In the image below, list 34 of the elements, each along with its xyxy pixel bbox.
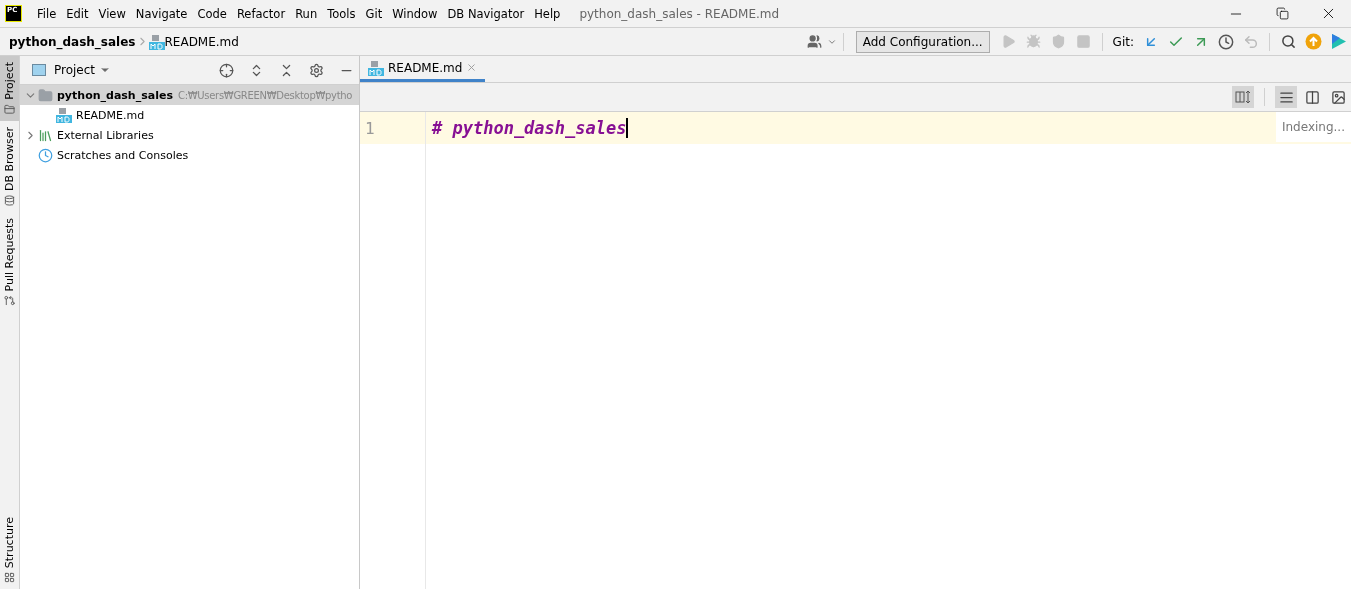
side-tab[interactable]: Pull Requests <box>0 211 19 313</box>
breadcrumb-item[interactable]: python_dash_sales <box>9 34 136 49</box>
breadcrumb-item[interactable]: README.md <box>164 34 239 49</box>
tree-row[interactable]: python_dash_sales C:₩Users₩GREEN₩Desktop₩pytho <box>20 85 359 105</box>
window-title: python_dash_sales - README.md <box>579 6 780 21</box>
side-tab[interactable]: Project <box>0 56 19 121</box>
side-tab[interactable]: DB Browser <box>0 120 19 212</box>
menu-item[interactable]: Help <box>529 6 566 21</box>
side-tab[interactable]: Structure <box>0 510 19 589</box>
menu-item[interactable]: Refactor <box>231 6 291 21</box>
git-label: Git: <box>1112 34 1134 49</box>
tree-row[interactable]: External Libraries <box>20 125 359 145</box>
menu-item[interactable]: Run <box>290 6 323 21</box>
tree-item-label: README.md <box>76 108 145 122</box>
tree-item-label: Scratches and Consoles <box>57 148 189 162</box>
line-number: 1 <box>360 112 425 144</box>
menu-item[interactable]: Code <box>192 6 232 21</box>
menu-item[interactable]: View <box>93 6 131 21</box>
tree-item-label: External Libraries <box>57 128 154 142</box>
menu-item[interactable]: Navigate <box>130 6 193 21</box>
code-line: # python_dash_sales <box>432 118 629 138</box>
indexing-status: Indexing... <box>1275 112 1351 142</box>
menu-item[interactable]: Git <box>360 6 388 21</box>
panel-title[interactable]: Project <box>54 63 96 77</box>
tree-row[interactable]: Scratches and Consoles <box>20 145 359 165</box>
add-configuration-button[interactable]: Add Configuration... <box>855 30 990 53</box>
folder-path: C:₩Users₩GREEN₩Desktop₩pytho <box>177 89 353 101</box>
menu-item[interactable]: File <box>32 6 62 21</box>
menu-item[interactable]: Tools <box>322 6 361 21</box>
menu-item[interactable]: Window <box>387 6 443 21</box>
tree-row[interactable]: README.md <box>20 105 359 125</box>
menu-item[interactable]: Edit <box>61 6 94 21</box>
menu-item[interactable]: DB Navigator <box>442 6 530 21</box>
tree-item-label: python_dash_sales <box>57 88 173 102</box>
